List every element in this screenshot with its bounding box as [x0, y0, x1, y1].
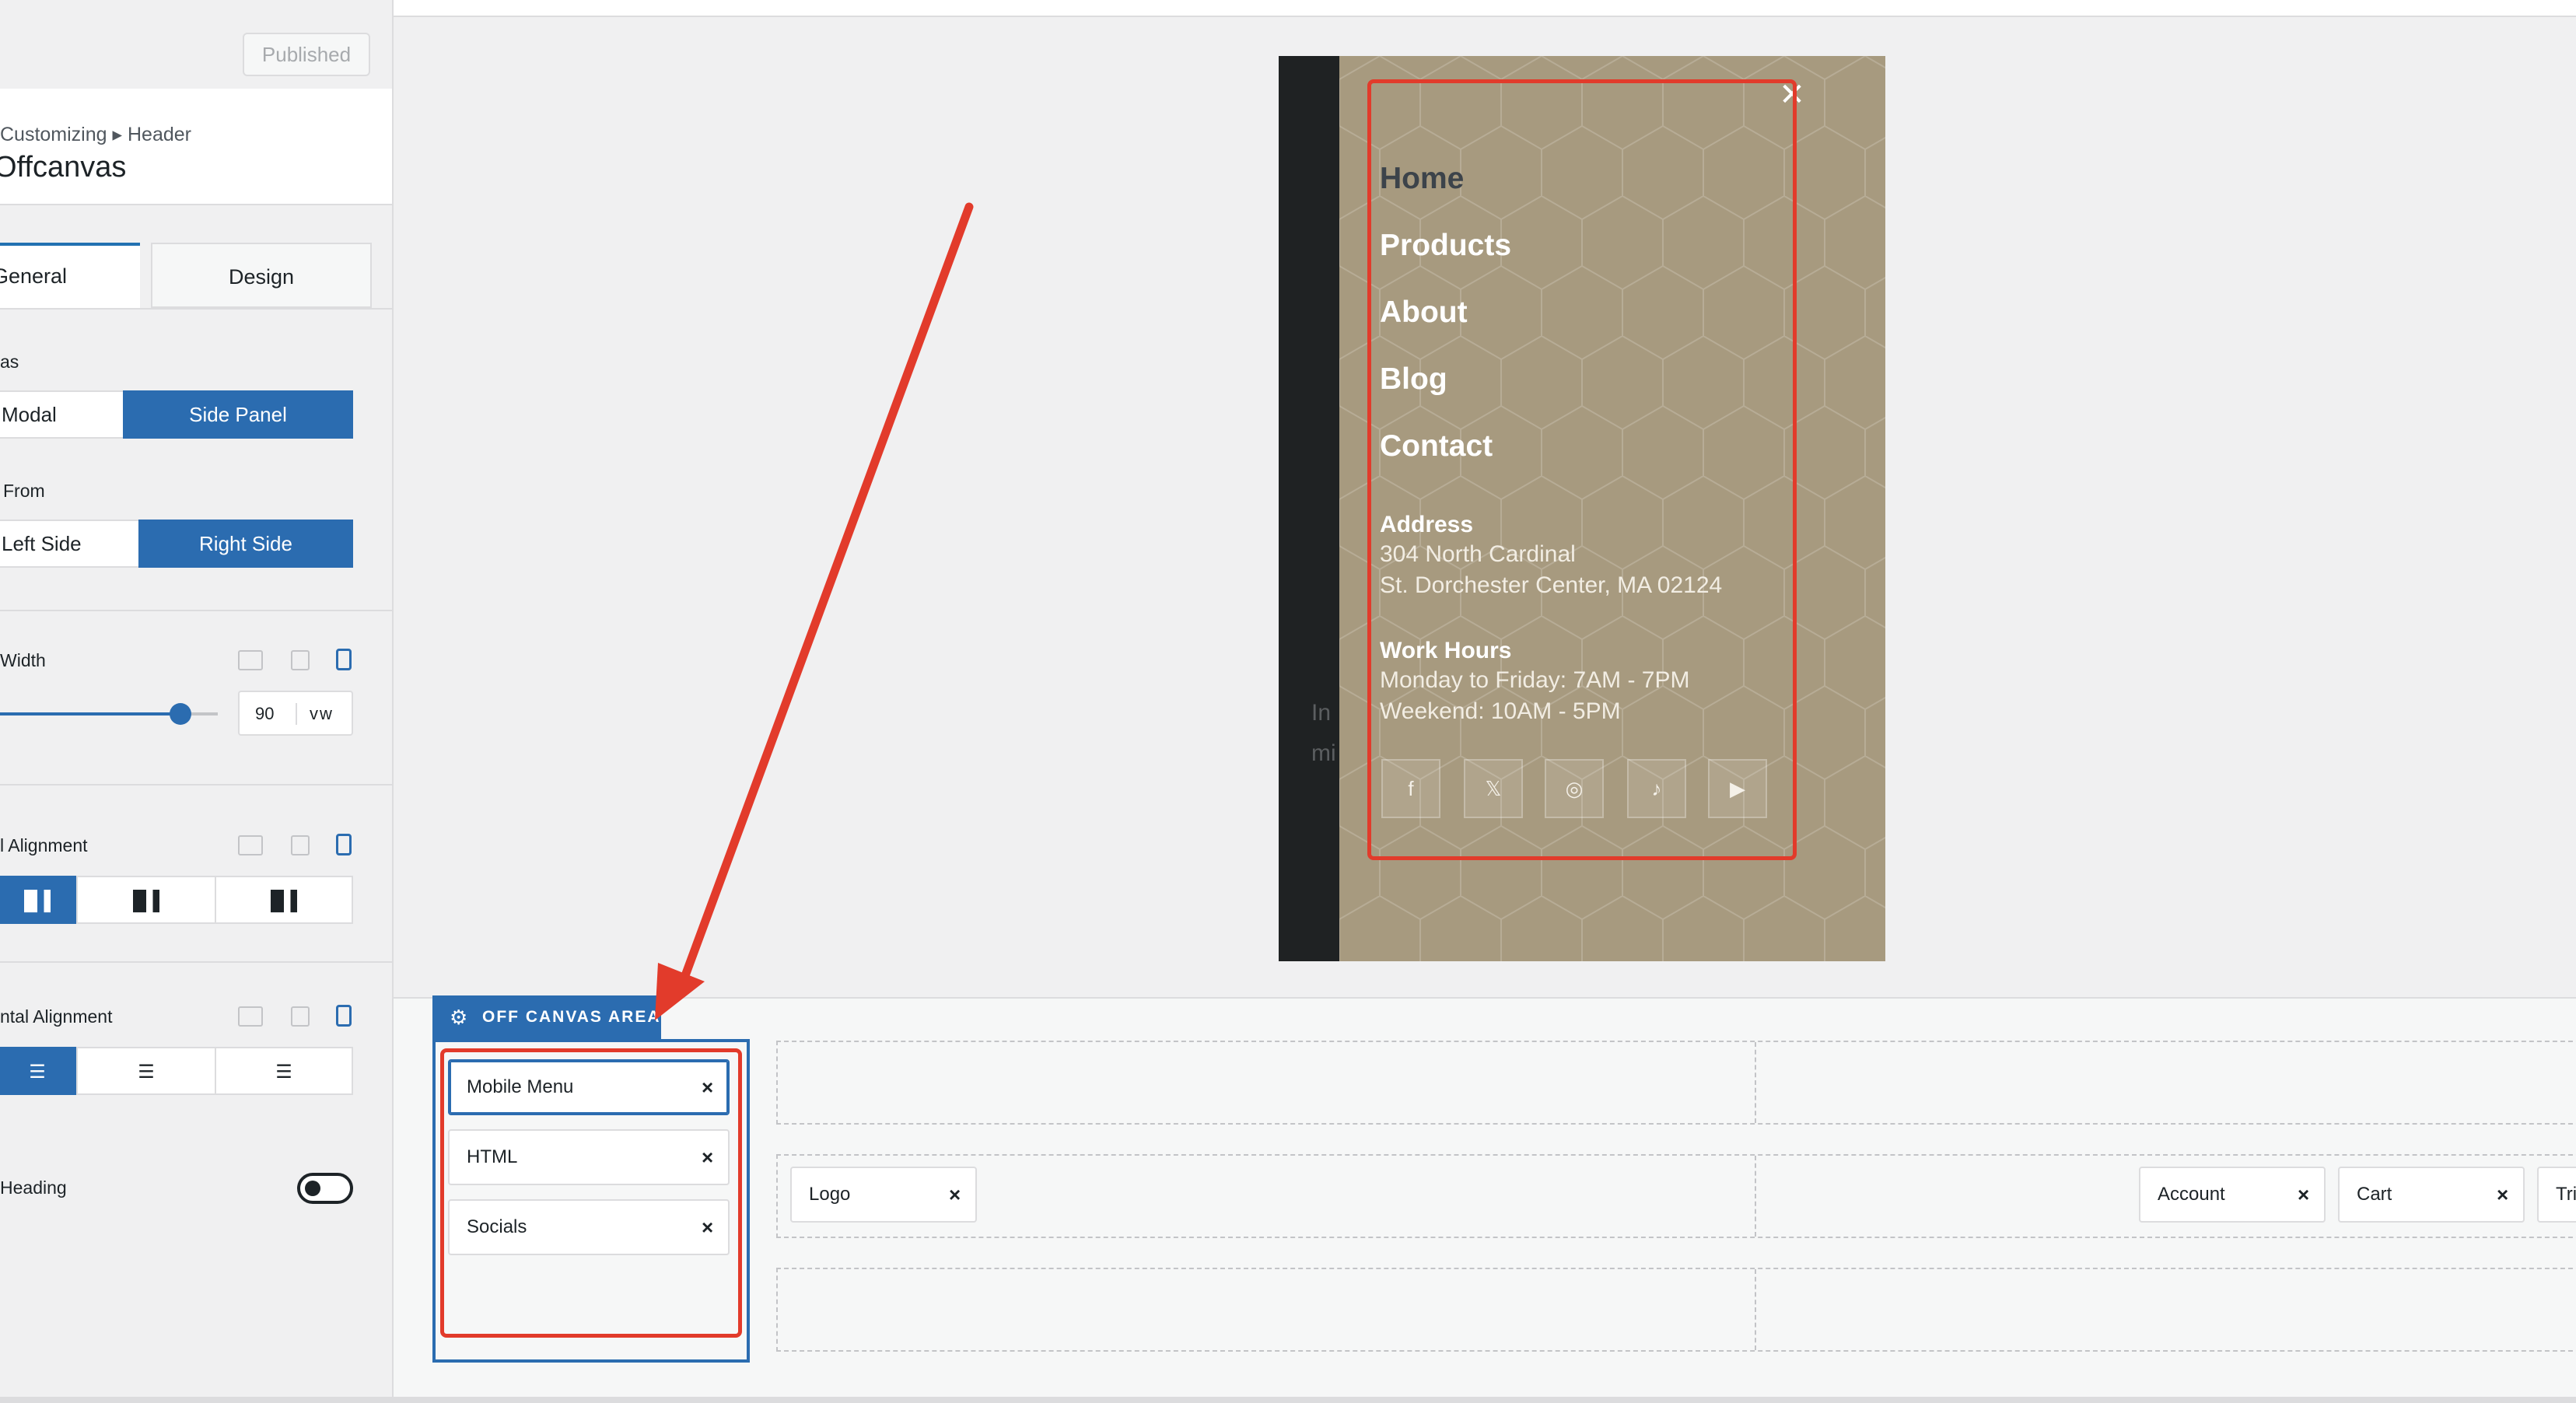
slide-from-right-option[interactable]: Right Side: [138, 520, 353, 568]
align-bottom-icon: ▐▌▌: [264, 890, 304, 911]
breadcrumb: Customizing ▸ Header: [0, 124, 191, 145]
cart-item[interactable]: Cart ×: [2338, 1167, 2525, 1223]
desktop-device-icon[interactable]: [238, 1006, 263, 1027]
layout-label: as: [0, 352, 19, 372]
align-middle-icon: ▐▌▌: [126, 890, 166, 911]
item-label: Account: [2158, 1184, 2225, 1205]
width-label: Width: [0, 650, 46, 670]
unit-divider: [296, 703, 297, 725]
off-canvas-area-label: OFF CANVAS AREA: [482, 1008, 661, 1026]
panel-header: Customizing ▸ Header Offcanvas: [0, 89, 392, 205]
off-canvas-area: Mobile Menu × HTML × Socials ×: [432, 1039, 750, 1363]
panel-title: Offcanvas: [0, 151, 127, 184]
desktop-device-icon[interactable]: [238, 650, 263, 670]
remove-icon[interactable]: ×: [949, 1168, 961, 1221]
tab-general[interactable]: General: [0, 243, 140, 308]
zone-divider: [1755, 1156, 1756, 1237]
tablet-device-icon[interactable]: [291, 835, 310, 855]
width-slider-handle[interactable]: [170, 703, 191, 725]
mobile-device-icon[interactable]: [336, 649, 352, 670]
layout-side-panel-option[interactable]: Side Panel: [123, 390, 353, 439]
align-middle-button[interactable]: ▐▌▌: [76, 876, 216, 924]
zone-divider: [1755, 1269, 1756, 1350]
toggle-knob: [305, 1181, 320, 1196]
gear-icon[interactable]: ⚙: [450, 995, 467, 1039]
layout-modal-option[interactable]: Modal: [0, 390, 124, 439]
align-center-button[interactable]: ☰: [76, 1047, 216, 1095]
zone-divider: [1755, 1042, 1756, 1123]
align-top-button[interactable]: ▐▌▌: [0, 876, 78, 924]
bottom-row[interactable]: [776, 1268, 2576, 1352]
remove-icon[interactable]: ×: [2497, 1168, 2508, 1221]
width-value: 90: [255, 704, 275, 723]
offcanvas-panel: ✕ Home Products About Blog Contact Addre…: [1339, 56, 1885, 961]
item-label: Cart: [2357, 1184, 2392, 1205]
mobile-device-icon[interactable]: [336, 1005, 352, 1027]
tab-general-label: General: [0, 264, 68, 288]
account-item[interactable]: Account ×: [2139, 1167, 2326, 1223]
slide-from-label: From: [3, 481, 45, 501]
width-unit[interactable]: vw: [310, 704, 334, 724]
vertical-alignment-label: l Alignment: [0, 835, 88, 855]
align-top-icon: ▐▌▌: [17, 890, 58, 911]
align-bottom-button[interactable]: ▐▌▌: [215, 876, 353, 924]
align-right-button[interactable]: ☰: [215, 1047, 353, 1095]
customizer-sidebar: Published Customizing ▸ Header Offcanvas…: [0, 0, 394, 1403]
item-label: Logo: [809, 1184, 851, 1205]
annotation-highlight-box: [440, 1048, 742, 1338]
header-builder: ⚙ OFF CANVAS AREA Mobile Menu × HTML × S…: [394, 995, 2576, 1403]
tab-design[interactable]: Design: [151, 243, 372, 308]
published-button[interactable]: Published: [243, 33, 370, 76]
align-left-button[interactable]: ☰: [0, 1047, 78, 1095]
off-canvas-area-tab[interactable]: ⚙ OFF CANVAS AREA: [432, 995, 661, 1039]
main-row[interactable]: Logo × Account × Cart × Tri: [776, 1154, 2576, 1238]
mobile-device-icon[interactable]: [336, 834, 352, 855]
align-left-icon: ☰: [29, 1062, 46, 1083]
section-divider: [0, 784, 392, 785]
top-row[interactable]: [776, 1041, 2576, 1125]
page-backdrop: [1279, 56, 1341, 961]
section-divider: [0, 610, 392, 611]
arrow-shaft: [677, 202, 974, 991]
backdrop-text: In: [1311, 700, 1332, 726]
horizontal-alignment-label: ntal Alignment: [0, 1006, 113, 1027]
bottom-strip: [0, 1397, 2576, 1403]
desktop-device-icon[interactable]: [238, 835, 263, 855]
remove-icon[interactable]: ×: [2298, 1168, 2309, 1221]
width-number-input[interactable]: 90 vw: [238, 691, 353, 736]
heading-toggle[interactable]: [297, 1173, 353, 1204]
offcanvas-preview: In mi ✕ Home Products About Blog Contact…: [1279, 56, 1885, 961]
slide-from-left-option[interactable]: Left Side: [0, 520, 140, 568]
tab-divider: [0, 308, 392, 310]
backdrop-text: mi: [1311, 740, 1336, 766]
tablet-device-icon[interactable]: [291, 1006, 310, 1027]
trigger-item[interactable]: Tri: [2537, 1167, 2576, 1223]
tablet-device-icon[interactable]: [291, 650, 310, 670]
section-divider: [0, 961, 392, 963]
annotation-highlight-box: [1367, 79, 1797, 860]
item-label: Tri: [2556, 1184, 2576, 1205]
logo-item[interactable]: Logo ×: [790, 1167, 977, 1223]
align-right-icon: ☰: [275, 1062, 292, 1083]
align-center-icon: ☰: [138, 1062, 155, 1083]
heading-label: Heading: [0, 1177, 67, 1198]
